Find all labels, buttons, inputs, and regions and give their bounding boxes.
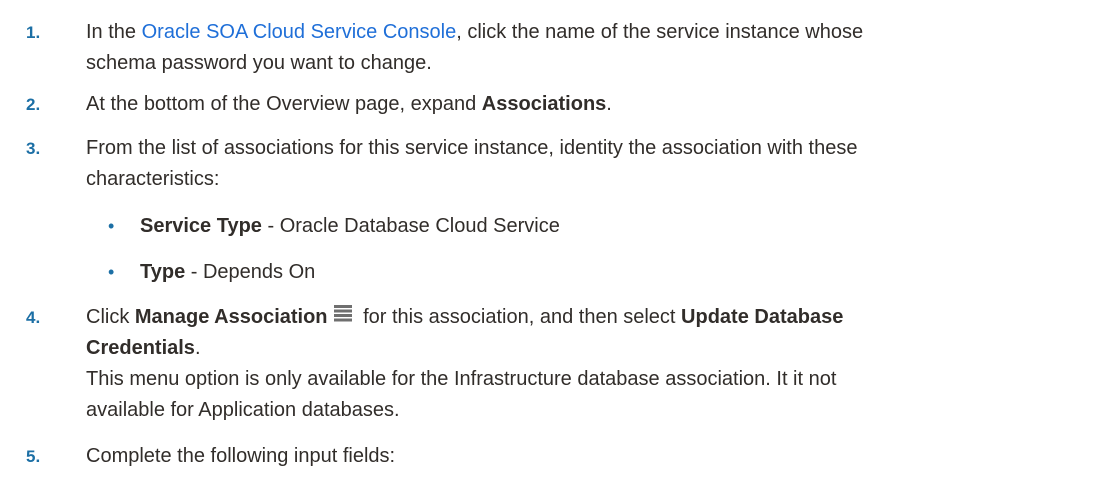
menu-lines-icon [333, 305, 352, 322]
bullet-label: Type [140, 261, 186, 283]
bullet-value: - Oracle Database Cloud Service [261, 215, 560, 237]
step-number: 1. [26, 23, 41, 42]
step-5: 5. Complete the following input fields: [26, 441, 1101, 472]
bullet-text: Service Type - Oracle Database Cloud Ser… [140, 211, 560, 242]
step-note-line2: available for Application databases. [86, 399, 400, 421]
step-1: 1. In the Oracle SOA Cloud Service Conso… [26, 17, 1101, 79]
associations-label: Associations [481, 93, 607, 115]
bullet-label: Service Type [140, 215, 262, 237]
step-text-line1: From the list of associations for this s… [86, 137, 858, 159]
update-credentials-label-part1: Update Database [681, 306, 844, 328]
step-text: From the list of associations for this s… [86, 133, 1101, 195]
bullet-item: • Type - Depends On [108, 257, 1098, 288]
bullet-value: - Depends On [185, 261, 316, 283]
step-2: 2. At the bottom of the Overview page, e… [26, 89, 1101, 120]
step-text-line2: characteristics: [86, 168, 220, 190]
step-text-suffix: , click the name of the service instance… [456, 21, 864, 43]
bullet-text: Type - Depends On [140, 257, 315, 288]
step-text: Click Manage Association for this associ… [86, 302, 1101, 426]
step-text: At the bottom of the Overview page, expa… [86, 89, 1101, 120]
console-link[interactable]: Oracle SOA Cloud Service Console [142, 21, 457, 43]
step-3: 3. From the list of associations for thi… [26, 133, 1101, 195]
step-text-prefix: In the [86, 21, 142, 43]
bullet-dot: • [108, 216, 115, 236]
update-credentials-label-part2: Credentials [86, 337, 195, 359]
step-text-line2: schema password you want to change. [86, 52, 432, 74]
step-text-suffix: . [194, 337, 201, 359]
step-number: 3. [26, 139, 41, 158]
bullet-item: • Service Type - Oracle Database Cloud S… [108, 211, 1098, 242]
step-text-suffix: . [606, 93, 612, 115]
step-text: Complete the following input fields: [86, 441, 1101, 472]
step-text-line1: Complete the following input fields: [86, 445, 396, 467]
step-number: 4. [26, 308, 41, 327]
step-number: 2. [26, 95, 41, 114]
bullet-dot: • [108, 262, 115, 282]
manage-association-label: Manage Association [134, 306, 328, 328]
step-4: 4. Click Manage Association for this ass… [26, 302, 1101, 426]
step-note-line1: This menu option is only available for t… [86, 368, 837, 390]
step-text-middle: for this association, and then select [357, 306, 682, 328]
step-text-prefix: Click [86, 306, 135, 328]
step-number: 5. [26, 447, 41, 466]
step-text: In the Oracle SOA Cloud Service Console,… [86, 17, 1101, 79]
step-text-prefix: At the bottom of the Overview page, expa… [86, 93, 482, 115]
